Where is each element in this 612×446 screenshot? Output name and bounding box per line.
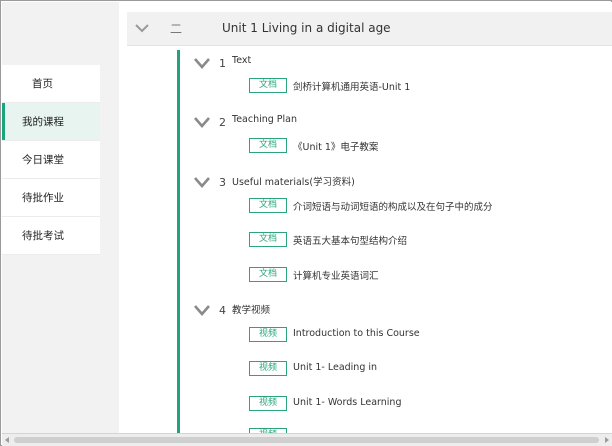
sidebar: 首页 我的课程 今日课堂 待批作业 待批考试 — [2, 2, 100, 433]
sidebar-item-pending-exams[interactable]: 待批考试 — [2, 217, 100, 255]
section-title: Teaching Plan — [232, 114, 298, 125]
unit-header[interactable]: 二 Unit 1 Living in a digital age — [127, 12, 612, 46]
resource-title[interactable]: Unit 1- Leading in — [293, 362, 377, 373]
chevron-down-icon[interactable] — [193, 115, 211, 129]
section-number: 3 — [219, 176, 226, 189]
chevron-down-icon[interactable] — [193, 175, 211, 189]
sidebar-item-label: 首页 — [32, 78, 53, 90]
sidebar-item-today-class[interactable]: 今日课堂 — [2, 141, 100, 179]
chevron-down-icon[interactable] — [193, 303, 211, 317]
resource-title[interactable]: Introduction to this Course — [293, 328, 420, 339]
sidebar-nav: 首页 我的课程 今日课堂 待批作业 待批考试 — [2, 65, 100, 255]
video-badge: 视频 — [249, 361, 287, 376]
chevron-down-icon[interactable] — [134, 20, 150, 36]
course-content-panel: 二 Unit 1 Living in a digital age 1 Text … — [119, 2, 612, 433]
section-rail — [177, 50, 180, 433]
resource-title[interactable]: 《Unit 1》电子教案 — [293, 139, 378, 153]
document-badge: 文档 — [249, 232, 287, 247]
section-title: Useful materials(学习资料) — [232, 177, 355, 188]
video-badge: 视频 — [249, 396, 287, 411]
video-badge: 视频 — [249, 327, 287, 342]
section-number: 1 — [219, 57, 226, 70]
app-window: 首页 我的课程 今日课堂 待批作业 待批考试 二 Unit 1 Living i… — [0, 0, 612, 446]
unit-title: Unit 1 Living in a digital age — [222, 21, 391, 35]
resource-title[interactable]: 剑桥计算机通用英语-Unit 1 — [293, 79, 410, 93]
scroll-right-icon[interactable] — [605, 437, 609, 443]
scrollbar-thumb[interactable] — [14, 437, 599, 443]
unit-sequence: 二 — [170, 22, 183, 36]
resource-title[interactable]: 介词短语与动词短语的构成以及在句子中的成分 — [293, 199, 493, 213]
document-badge: 文档 — [249, 267, 287, 282]
sidebar-item-label: 待批考试 — [22, 230, 64, 242]
document-badge: 文档 — [249, 198, 287, 213]
resource-title[interactable]: Unit 1- Words Learning — [293, 397, 401, 408]
sidebar-item-pending-homework[interactable]: 待批作业 — [2, 179, 100, 217]
document-badge: 文档 — [249, 78, 287, 93]
sidebar-item-label: 待批作业 — [22, 192, 64, 204]
section-number: 2 — [219, 116, 226, 129]
horizontal-scrollbar[interactable] — [2, 433, 612, 446]
sidebar-item-home[interactable]: 首页 — [2, 65, 100, 103]
section-title: 教学视频 — [232, 305, 271, 316]
scroll-left-icon[interactable] — [5, 437, 9, 443]
chevron-down-icon[interactable] — [193, 56, 211, 70]
document-badge: 文档 — [249, 138, 287, 153]
section-number: 4 — [219, 304, 226, 317]
sidebar-item-label: 我的课程 — [22, 116, 64, 128]
content-gutter — [100, 2, 119, 433]
resource-title[interactable]: 英语五大基本句型结构介绍 — [293, 233, 407, 247]
resource-title[interactable]: 计算机专业英语词汇 — [293, 268, 379, 282]
section-title: Text — [232, 55, 252, 66]
sidebar-item-my-courses[interactable]: 我的课程 — [2, 103, 100, 141]
sidebar-item-label: 今日课堂 — [22, 154, 64, 166]
